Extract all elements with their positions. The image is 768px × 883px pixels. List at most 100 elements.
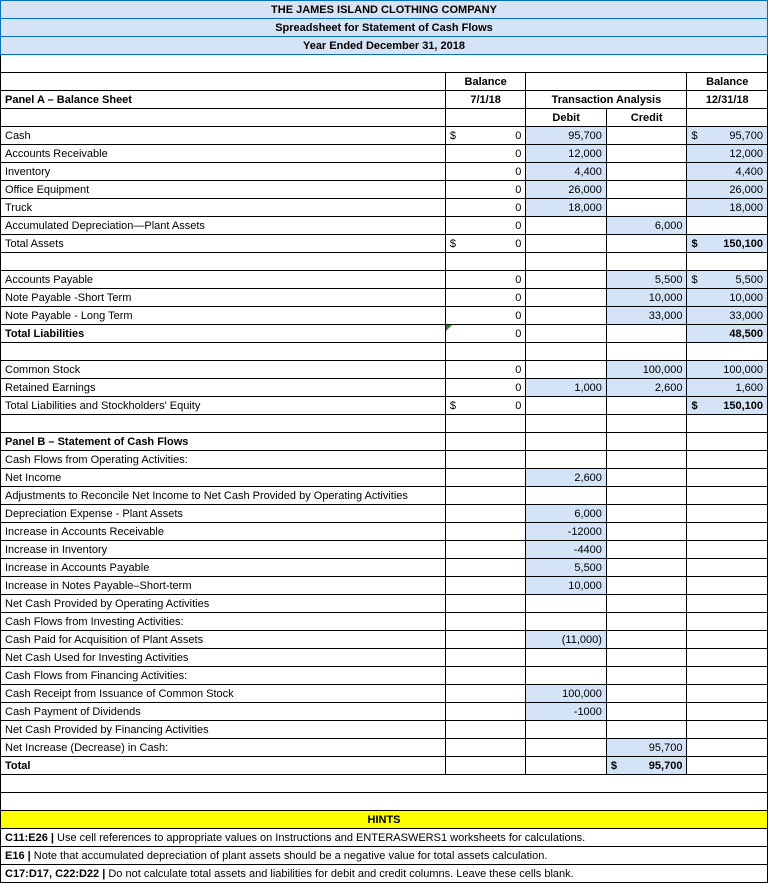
cell-credit[interactable] xyxy=(606,523,687,541)
cell-bal1[interactable]: $0 xyxy=(445,127,526,145)
cell-bal1[interactable]: 0 xyxy=(445,145,526,163)
cell-credit[interactable] xyxy=(606,451,687,469)
cell-bal2[interactable]: $95,700 xyxy=(687,127,768,145)
cell-credit[interactable] xyxy=(606,469,687,487)
cell xyxy=(687,685,768,703)
cell-bal1[interactable]: $0 xyxy=(445,235,526,253)
cell-bal2[interactable]: $150,100 xyxy=(687,235,768,253)
cell-debit[interactable] xyxy=(526,235,607,253)
cell-debit[interactable] xyxy=(526,721,607,739)
cell-bal2[interactable] xyxy=(687,217,768,235)
cell-bal2[interactable]: 18,000 xyxy=(687,199,768,217)
cell-credit[interactable] xyxy=(606,649,687,667)
cell-bal1[interactable]: 0 xyxy=(445,217,526,235)
cell-debit[interactable] xyxy=(526,217,607,235)
cell-bal1[interactable]: 0 xyxy=(445,325,526,343)
cell-credit[interactable]: 2,600 xyxy=(606,379,687,397)
cell-debit[interactable]: 26,000 xyxy=(526,181,607,199)
cell-debit[interactable]: 100,000 xyxy=(526,685,607,703)
cell xyxy=(687,721,768,739)
cell-credit[interactable] xyxy=(606,163,687,181)
cell-bal2[interactable]: 4,400 xyxy=(687,163,768,181)
cell-bal2[interactable]: 100,000 xyxy=(687,361,768,379)
cell-bal1[interactable]: 0 xyxy=(445,379,526,397)
cell-bal1[interactable]: 0 xyxy=(445,361,526,379)
cell-debit[interactable]: 6,000 xyxy=(526,505,607,523)
cell-bal1[interactable]: 0 xyxy=(445,289,526,307)
cell-debit[interactable]: 2,600 xyxy=(526,469,607,487)
cell-credit[interactable] xyxy=(606,235,687,253)
cell-credit[interactable] xyxy=(606,577,687,595)
cell-credit[interactable] xyxy=(606,181,687,199)
cell-credit[interactable] xyxy=(606,487,687,505)
cell-credit[interactable] xyxy=(606,667,687,685)
cell-debit[interactable] xyxy=(526,595,607,613)
cell-bal1[interactable]: 0 xyxy=(445,181,526,199)
cell-debit[interactable]: 5,500 xyxy=(526,559,607,577)
title-line1: THE JAMES ISLAND CLOTHING COMPANY xyxy=(1,1,768,19)
cell-debit[interactable]: 1,000 xyxy=(526,379,607,397)
cell-bal1[interactable]: $0 xyxy=(445,397,526,415)
cell-debit[interactable] xyxy=(526,397,607,415)
cell-credit[interactable] xyxy=(606,631,687,649)
cell-debit[interactable]: 10,000 xyxy=(526,577,607,595)
cell-bal2[interactable]: 10,000 xyxy=(687,289,768,307)
cell-credit[interactable] xyxy=(606,613,687,631)
row-cf: Increase in Accounts Payable xyxy=(1,559,446,577)
cell-debit[interactable]: (11,000) xyxy=(526,631,607,649)
cell-credit[interactable] xyxy=(606,541,687,559)
cell-debit[interactable] xyxy=(526,487,607,505)
cell-credit[interactable] xyxy=(606,145,687,163)
cell-credit[interactable] xyxy=(606,199,687,217)
title-line2: Spreadsheet for Statement of Cash Flows xyxy=(1,19,768,37)
cell-debit[interactable]: 18,000 xyxy=(526,199,607,217)
cell-credit[interactable] xyxy=(606,397,687,415)
cell-debit[interactable] xyxy=(526,451,607,469)
cell-bal2[interactable]: 12,000 xyxy=(687,145,768,163)
cell-debit[interactable] xyxy=(526,271,607,289)
cell xyxy=(445,703,526,721)
cell-bal2[interactable]: $5,500 xyxy=(687,271,768,289)
cell-debit[interactable]: 95,700 xyxy=(526,127,607,145)
cell-debit[interactable] xyxy=(526,649,607,667)
cell-debit[interactable]: -12000 xyxy=(526,523,607,541)
cell-bal2[interactable]: 26,000 xyxy=(687,181,768,199)
cell-credit[interactable]: 6,000 xyxy=(606,217,687,235)
cell-debit[interactable] xyxy=(526,361,607,379)
cell-credit[interactable] xyxy=(606,685,687,703)
cell-credit[interactable] xyxy=(606,559,687,577)
cell-bal2[interactable]: 33,000 xyxy=(687,307,768,325)
cell-credit[interactable] xyxy=(606,325,687,343)
cell-credit[interactable] xyxy=(606,703,687,721)
cell-bal2[interactable]: $150,100 xyxy=(687,397,768,415)
cell-credit[interactable]: 100,000 xyxy=(606,361,687,379)
cell xyxy=(687,523,768,541)
cell-credit[interactable] xyxy=(606,505,687,523)
cell-credit[interactable]: $95,700 xyxy=(606,757,687,775)
cell-bal2[interactable]: 48,500 xyxy=(687,325,768,343)
cell-debit[interactable] xyxy=(526,613,607,631)
cell-credit[interactable] xyxy=(606,595,687,613)
cell-debit[interactable] xyxy=(526,757,607,775)
cell-debit[interactable]: -4400 xyxy=(526,541,607,559)
cell-bal1[interactable]: 0 xyxy=(445,199,526,217)
cell-debit[interactable]: -1000 xyxy=(526,703,607,721)
cell-debit[interactable] xyxy=(526,307,607,325)
cell-debit[interactable]: 12,000 xyxy=(526,145,607,163)
cell-credit[interactable]: 10,000 xyxy=(606,289,687,307)
cell-debit[interactable] xyxy=(526,325,607,343)
cell-credit[interactable] xyxy=(606,721,687,739)
cell-debit[interactable] xyxy=(526,289,607,307)
cell-debit[interactable] xyxy=(526,739,607,757)
cell-bal1[interactable]: 0 xyxy=(445,163,526,181)
cell-credit[interactable]: 95,700 xyxy=(606,739,687,757)
cell-credit[interactable] xyxy=(606,127,687,145)
cell-debit[interactable] xyxy=(526,667,607,685)
cell-credit[interactable]: 33,000 xyxy=(606,307,687,325)
cell-debit[interactable]: 4,400 xyxy=(526,163,607,181)
cell-credit[interactable]: 5,500 xyxy=(606,271,687,289)
row-liab: Total Liabilities xyxy=(1,325,446,343)
cell-bal1[interactable]: 0 xyxy=(445,271,526,289)
cell-bal1[interactable]: 0 xyxy=(445,307,526,325)
cell-bal2[interactable]: 1,600 xyxy=(687,379,768,397)
